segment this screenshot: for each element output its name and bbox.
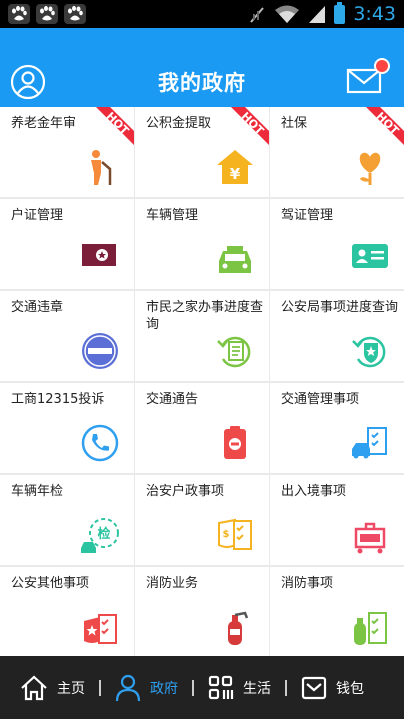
shield-checklist-icon: $ — [218, 518, 252, 550]
svg-text:¥: ¥ — [230, 165, 241, 183]
home-icon — [21, 675, 47, 700]
tile-label: 户证管理 — [11, 208, 64, 223]
flower-heart-icon — [359, 152, 381, 185]
tile-household-registration[interactable]: 户证管理 — [0, 199, 134, 289]
hot-ribbon-icon: HOT — [231, 107, 269, 145]
tile-fire-matters[interactable]: 消防事项 — [270, 567, 404, 657]
nav-wallet[interactable]: 钱包 — [301, 675, 364, 701]
signal-off-icon — [250, 7, 265, 23]
tile-driver-license[interactable]: 驾证管理 — [270, 199, 404, 289]
hot-ribbon-icon: HOT — [366, 107, 404, 145]
wallet-icon — [301, 676, 327, 699]
nav-government[interactable]: 政府 — [115, 674, 178, 702]
baidu-paw-icon — [8, 4, 30, 24]
tile-label: 车辆年检 — [11, 484, 64, 499]
car-icon — [219, 246, 251, 273]
tile-police-progress[interactable]: 公安局事项进度查询 — [270, 291, 404, 381]
tile-citizen-center-progress[interactable]: 市民之家办事进度查询 — [135, 291, 269, 381]
service-grid: 养老金年审 HOT 公积金提取 HOT ¥ 社保 HOT 户证管理 车辆管理 驾… — [0, 107, 404, 657]
page-title: 我的政府 — [158, 71, 246, 95]
bottom-nav: 主页 政府 生活 钱包 — [0, 656, 404, 719]
battery-icon — [334, 1, 346, 24]
elderly-person-icon — [91, 150, 112, 185]
nav-home[interactable]: 主页 — [0, 675, 85, 701]
tile-12315-complaint[interactable]: 工商12315投诉 — [0, 383, 134, 473]
nav-divider — [99, 679, 101, 696]
house-yen-icon: ¥ — [217, 150, 253, 184]
star-checklist-icon — [84, 614, 117, 644]
tile-label: 治安户政事项 — [146, 484, 225, 499]
document-refresh-icon — [217, 336, 251, 368]
phone-icon — [81, 424, 119, 462]
tile-label: 出入境事项 — [281, 484, 347, 499]
tile-label: 公安局事项进度查询 — [281, 300, 399, 315]
app-header: 我的政府 — [0, 28, 404, 107]
baidu-paw-icon — [64, 4, 86, 24]
svg-text:$: $ — [223, 529, 230, 540]
hot-ribbon-icon: HOT — [96, 107, 134, 145]
messages-button[interactable] — [346, 58, 390, 98]
luggage-icon — [354, 522, 386, 554]
notification-icons — [8, 4, 86, 24]
person-icon — [115, 674, 141, 701]
tile-social-security[interactable]: 社保 HOT — [270, 107, 404, 197]
no-entry-icon — [82, 333, 118, 369]
driver-license-icon — [352, 244, 388, 268]
nav-divider — [192, 679, 194, 696]
tile-exit-entry[interactable]: 出入境事项 — [270, 475, 404, 565]
nav-life-label: 生活 — [243, 680, 271, 697]
tile-label: 消防事项 — [281, 576, 334, 591]
cell-signal-icon — [309, 6, 326, 23]
tile-vehicle-management[interactable]: 车辆管理 — [135, 199, 269, 289]
tile-label: 驾证管理 — [281, 208, 334, 223]
status-bar: 3:43 — [0, 0, 404, 28]
tile-public-security-household[interactable]: 治安户政事项 $ — [135, 475, 269, 565]
car-inspection-icon: 检 — [81, 518, 119, 553]
tile-fire-service[interactable]: 消防业务 — [135, 567, 269, 657]
tile-label: 交通违章 — [11, 300, 64, 315]
unread-badge — [374, 58, 390, 74]
tile-label: 车辆管理 — [146, 208, 199, 223]
tile-label: 消防业务 — [146, 576, 199, 591]
nav-life[interactable]: 生活 — [208, 675, 271, 701]
household-id-card-icon — [82, 244, 116, 266]
police-badge-refresh-icon — [352, 336, 386, 368]
tile-other-police-matters[interactable]: 公安其他事项 — [0, 567, 134, 657]
baidu-paw-icon — [36, 4, 58, 24]
tile-label: 交通通告 — [146, 392, 199, 407]
tile-traffic-violation[interactable]: 交通违章 — [0, 291, 134, 381]
tile-vehicle-inspection[interactable]: 车辆年检 检 — [0, 475, 134, 565]
tile-traffic-management[interactable]: 交通管理事项 — [270, 383, 404, 473]
tile-pension-review[interactable]: 养老金年审 HOT — [0, 107, 134, 197]
tile-housing-fund[interactable]: 公积金提取 HOT ¥ — [135, 107, 269, 197]
nav-wallet-label: 钱包 — [336, 680, 364, 697]
nav-government-label: 政府 — [150, 680, 178, 697]
tile-label: 工商12315投诉 — [11, 392, 105, 407]
status-time: 3:43 — [353, 3, 396, 25]
tile-label: 交通管理事项 — [281, 392, 360, 407]
tile-label: 市民之家办事进度查询 — [146, 300, 264, 332]
vehicle-checklist-icon — [352, 427, 387, 459]
nav-home-label: 主页 — [57, 680, 85, 697]
traffic-notice-icon — [224, 426, 246, 459]
fire-extinguisher-icon — [228, 611, 249, 645]
wifi-icon — [275, 5, 300, 23]
grid-icon — [208, 675, 234, 699]
svg-text:检: 检 — [97, 526, 110, 542]
tile-label: 公安其他事项 — [11, 576, 90, 591]
tile-traffic-notice[interactable]: 交通通告 — [135, 383, 269, 473]
system-status: 3:43 — [248, 1, 396, 25]
extinguisher-checklist-icon — [354, 612, 387, 645]
nav-divider — [285, 679, 287, 696]
